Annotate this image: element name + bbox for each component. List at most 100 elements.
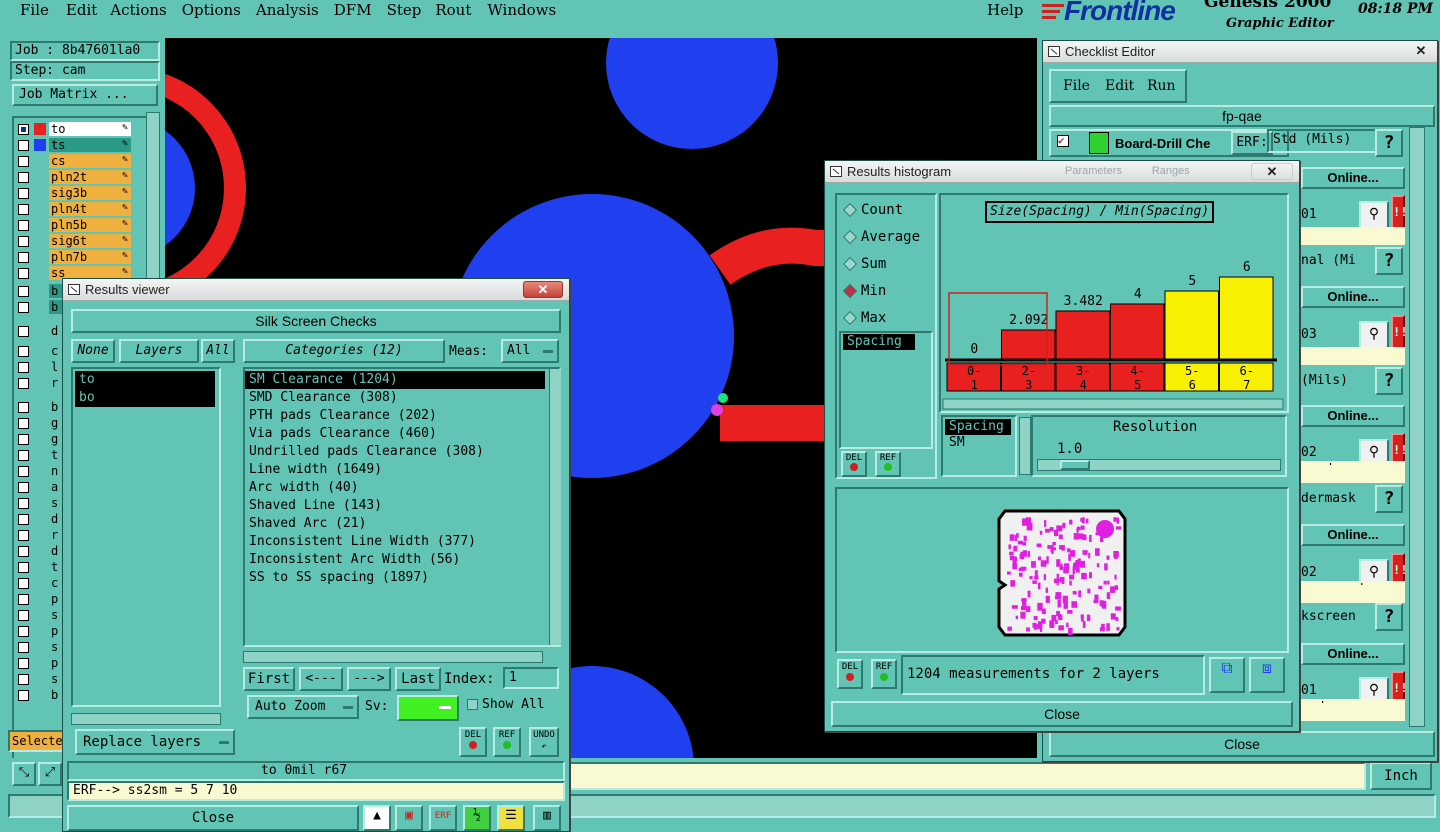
layer-checkbox[interactable] <box>18 658 29 669</box>
radio-icon[interactable] <box>842 283 858 299</box>
index-input[interactable]: 1 <box>503 667 559 689</box>
layer-color-swatch[interactable] <box>34 155 46 167</box>
online-button[interactable]: Online... <box>1301 643 1405 665</box>
layer-color-swatch[interactable] <box>34 219 46 231</box>
category-item[interactable]: SM Clearance (1204) <box>245 371 545 389</box>
layer-name[interactable]: sig6t <box>49 233 131 248</box>
mode-option-count[interactable]: Count <box>839 201 933 223</box>
help-icon[interactable]: ? <box>1375 367 1403 395</box>
command-line[interactable] <box>566 762 1366 790</box>
layer-checkbox[interactable] <box>18 498 29 509</box>
layer-checkbox[interactable] <box>18 172 29 183</box>
layer-row[interactable]: sig3b <box>14 185 148 200</box>
layer-checkbox[interactable] <box>18 514 29 525</box>
layer-color-swatch[interactable] <box>34 203 46 215</box>
layer-item-bo[interactable]: bo <box>75 389 215 407</box>
layer-checkbox[interactable] <box>18 268 29 279</box>
help-icon[interactable]: ? <box>1375 603 1403 631</box>
histogram-close-button[interactable]: Close <box>831 701 1293 727</box>
next-button[interactable]: ---> <box>347 667 391 691</box>
category-item[interactable]: Inconsistent Arc Width (56) <box>245 551 559 569</box>
radio-icon[interactable] <box>842 202 858 218</box>
zoom-in-view-icon[interactable]: ⧉ <box>1209 657 1245 693</box>
layer-checkbox[interactable] <box>18 286 29 297</box>
layer-checkbox[interactable] <box>18 326 29 337</box>
selection-scrollbar[interactable] <box>1019 417 1031 475</box>
online-button[interactable]: Online... <box>1301 286 1405 308</box>
mode-option-sum[interactable]: Sum <box>839 255 933 277</box>
category-item[interactable]: Line width (1649) <box>245 461 559 479</box>
layer-color-swatch[interactable] <box>34 123 46 135</box>
histogram-bar[interactable] <box>1110 303 1165 360</box>
layer-checkbox[interactable] <box>18 434 29 445</box>
preview-del-button[interactable]: DEL <box>837 659 863 689</box>
layer-row[interactable]: cs <box>14 153 148 168</box>
histogram-bar[interactable] <box>1055 310 1110 360</box>
categories-hscrollbar[interactable] <box>243 651 543 663</box>
layer-checkbox[interactable] <box>18 402 29 413</box>
zoom-icon[interactable]: ⚲ <box>1359 201 1389 229</box>
tool-icon-4[interactable]: ½ <box>463 805 491 831</box>
menu-step[interactable]: Step <box>387 1 422 19</box>
layer-checkbox[interactable] <box>18 362 29 373</box>
preview-ref-button[interactable]: REF <box>871 659 897 689</box>
mode-list-item[interactable]: Spacing <box>843 334 915 350</box>
layer-color-swatch[interactable] <box>34 139 46 151</box>
layer-checkbox[interactable] <box>18 594 29 605</box>
close-icon[interactable]: ✕ <box>1251 163 1293 180</box>
layer-checkbox[interactable] <box>18 124 29 135</box>
resolution-slider[interactable] <box>1037 459 1281 471</box>
layer-checkbox[interactable] <box>18 690 29 701</box>
layer-row[interactable]: pln7b <box>14 249 148 264</box>
histogram-bar[interactable] <box>1164 290 1219 360</box>
layer-name[interactable]: pln4t <box>49 201 131 216</box>
mode-option-min[interactable]: Min <box>839 282 933 304</box>
layer-checkbox[interactable] <box>18 140 29 151</box>
layer-checkbox[interactable] <box>18 204 29 215</box>
results-viewer-titlebar[interactable]: Results viewer ✕ <box>63 279 569 301</box>
menu-edit[interactable]: Edit <box>66 1 97 19</box>
sv-color-select[interactable] <box>397 695 459 721</box>
layers-button[interactable]: Layers <box>119 339 199 363</box>
slider-thumb[interactable] <box>1060 460 1090 470</box>
online-button[interactable]: Online... <box>1301 524 1405 546</box>
layer-name[interactable]: to <box>49 121 131 136</box>
menu-options[interactable]: Options <box>182 1 241 19</box>
category-item[interactable]: SS to SS spacing (1897) <box>245 569 559 587</box>
tool-icon-1[interactable]: ▲ <box>363 805 391 831</box>
checklist-menu-edit[interactable]: Edit <box>1105 78 1134 94</box>
show-all-checkbox[interactable] <box>467 699 478 710</box>
tool-icon-5[interactable]: ☰ <box>497 805 525 831</box>
error-indicator-icon[interactable]: !! <box>1391 315 1407 351</box>
layer-checkbox[interactable] <box>18 450 29 461</box>
category-item[interactable]: Via pads Clearance (460) <box>245 425 559 443</box>
radio-icon[interactable] <box>842 256 858 272</box>
layer-checkbox[interactable] <box>18 642 29 653</box>
selection-item-spacing[interactable]: Spacing <box>945 419 1011 435</box>
units-button[interactable]: Inch <box>1370 762 1432 790</box>
layer-checkbox[interactable] <box>18 674 29 685</box>
layer-name[interactable]: pln2t <box>49 169 131 184</box>
online-button[interactable]: Online... <box>1301 405 1405 427</box>
category-item[interactable]: SMD Clearance (308) <box>245 389 559 407</box>
replace-layers-select[interactable]: Replace layers <box>75 729 235 755</box>
category-item[interactable]: Inconsistent Line Width (377) <box>245 533 559 551</box>
layer-color-swatch[interactable] <box>34 267 46 279</box>
layer-color-swatch[interactable] <box>34 187 46 199</box>
prev-button[interactable]: <--- <box>299 667 343 691</box>
layer-checkbox[interactable] <box>18 546 29 557</box>
layer-checkbox[interactable] <box>18 302 29 313</box>
del-button[interactable]: DEL <box>459 727 487 757</box>
menu-analysis[interactable]: Analysis <box>256 1 319 19</box>
category-item[interactable]: Arc width (40) <box>245 479 559 497</box>
layer-checkbox[interactable] <box>18 378 29 389</box>
tool-icon-6[interactable]: ▥ <box>533 805 561 831</box>
layer-checkbox[interactable] <box>18 626 29 637</box>
layer-row[interactable]: ts <box>14 137 148 152</box>
layer-name[interactable]: sig3b <box>49 185 131 200</box>
layer-checkbox[interactable] <box>18 578 29 589</box>
checklist-scrollbar[interactable] <box>1409 127 1425 727</box>
category-item[interactable]: Shaved Arc (21) <box>245 515 559 533</box>
job-matrix-button[interactable]: Job Matrix ... <box>12 84 158 106</box>
layer-name[interactable]: pln5b <box>49 217 131 232</box>
